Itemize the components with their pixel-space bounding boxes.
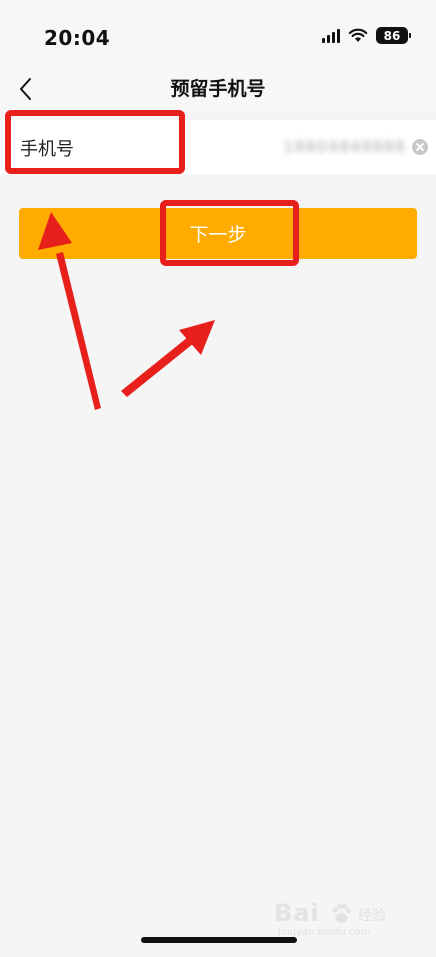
phone-input[interactable]: 18804848888 — [283, 137, 406, 156]
page-title: 预留手机号 — [170, 78, 266, 100]
battery-icon: 86 — [376, 27, 411, 44]
watermark-brand: Bai — [274, 899, 320, 927]
home-indicator[interactable] — [141, 937, 297, 943]
status-bar: 20:04 86 — [0, 0, 436, 72]
arrow-to-next-button — [121, 320, 215, 397]
status-time: 20:04 — [44, 26, 111, 50]
paw-icon — [332, 903, 352, 923]
signal-icon — [322, 28, 340, 43]
nav-bar: 预留手机号 — [0, 72, 436, 112]
watermark-sub: 经验 — [358, 908, 386, 924]
clear-icon[interactable] — [412, 139, 428, 155]
next-button-highlight — [160, 200, 299, 266]
status-icons: 86 — [322, 27, 411, 44]
wifi-icon — [348, 28, 368, 42]
battery-level: 86 — [383, 28, 401, 43]
phone-label-highlight — [5, 110, 185, 174]
